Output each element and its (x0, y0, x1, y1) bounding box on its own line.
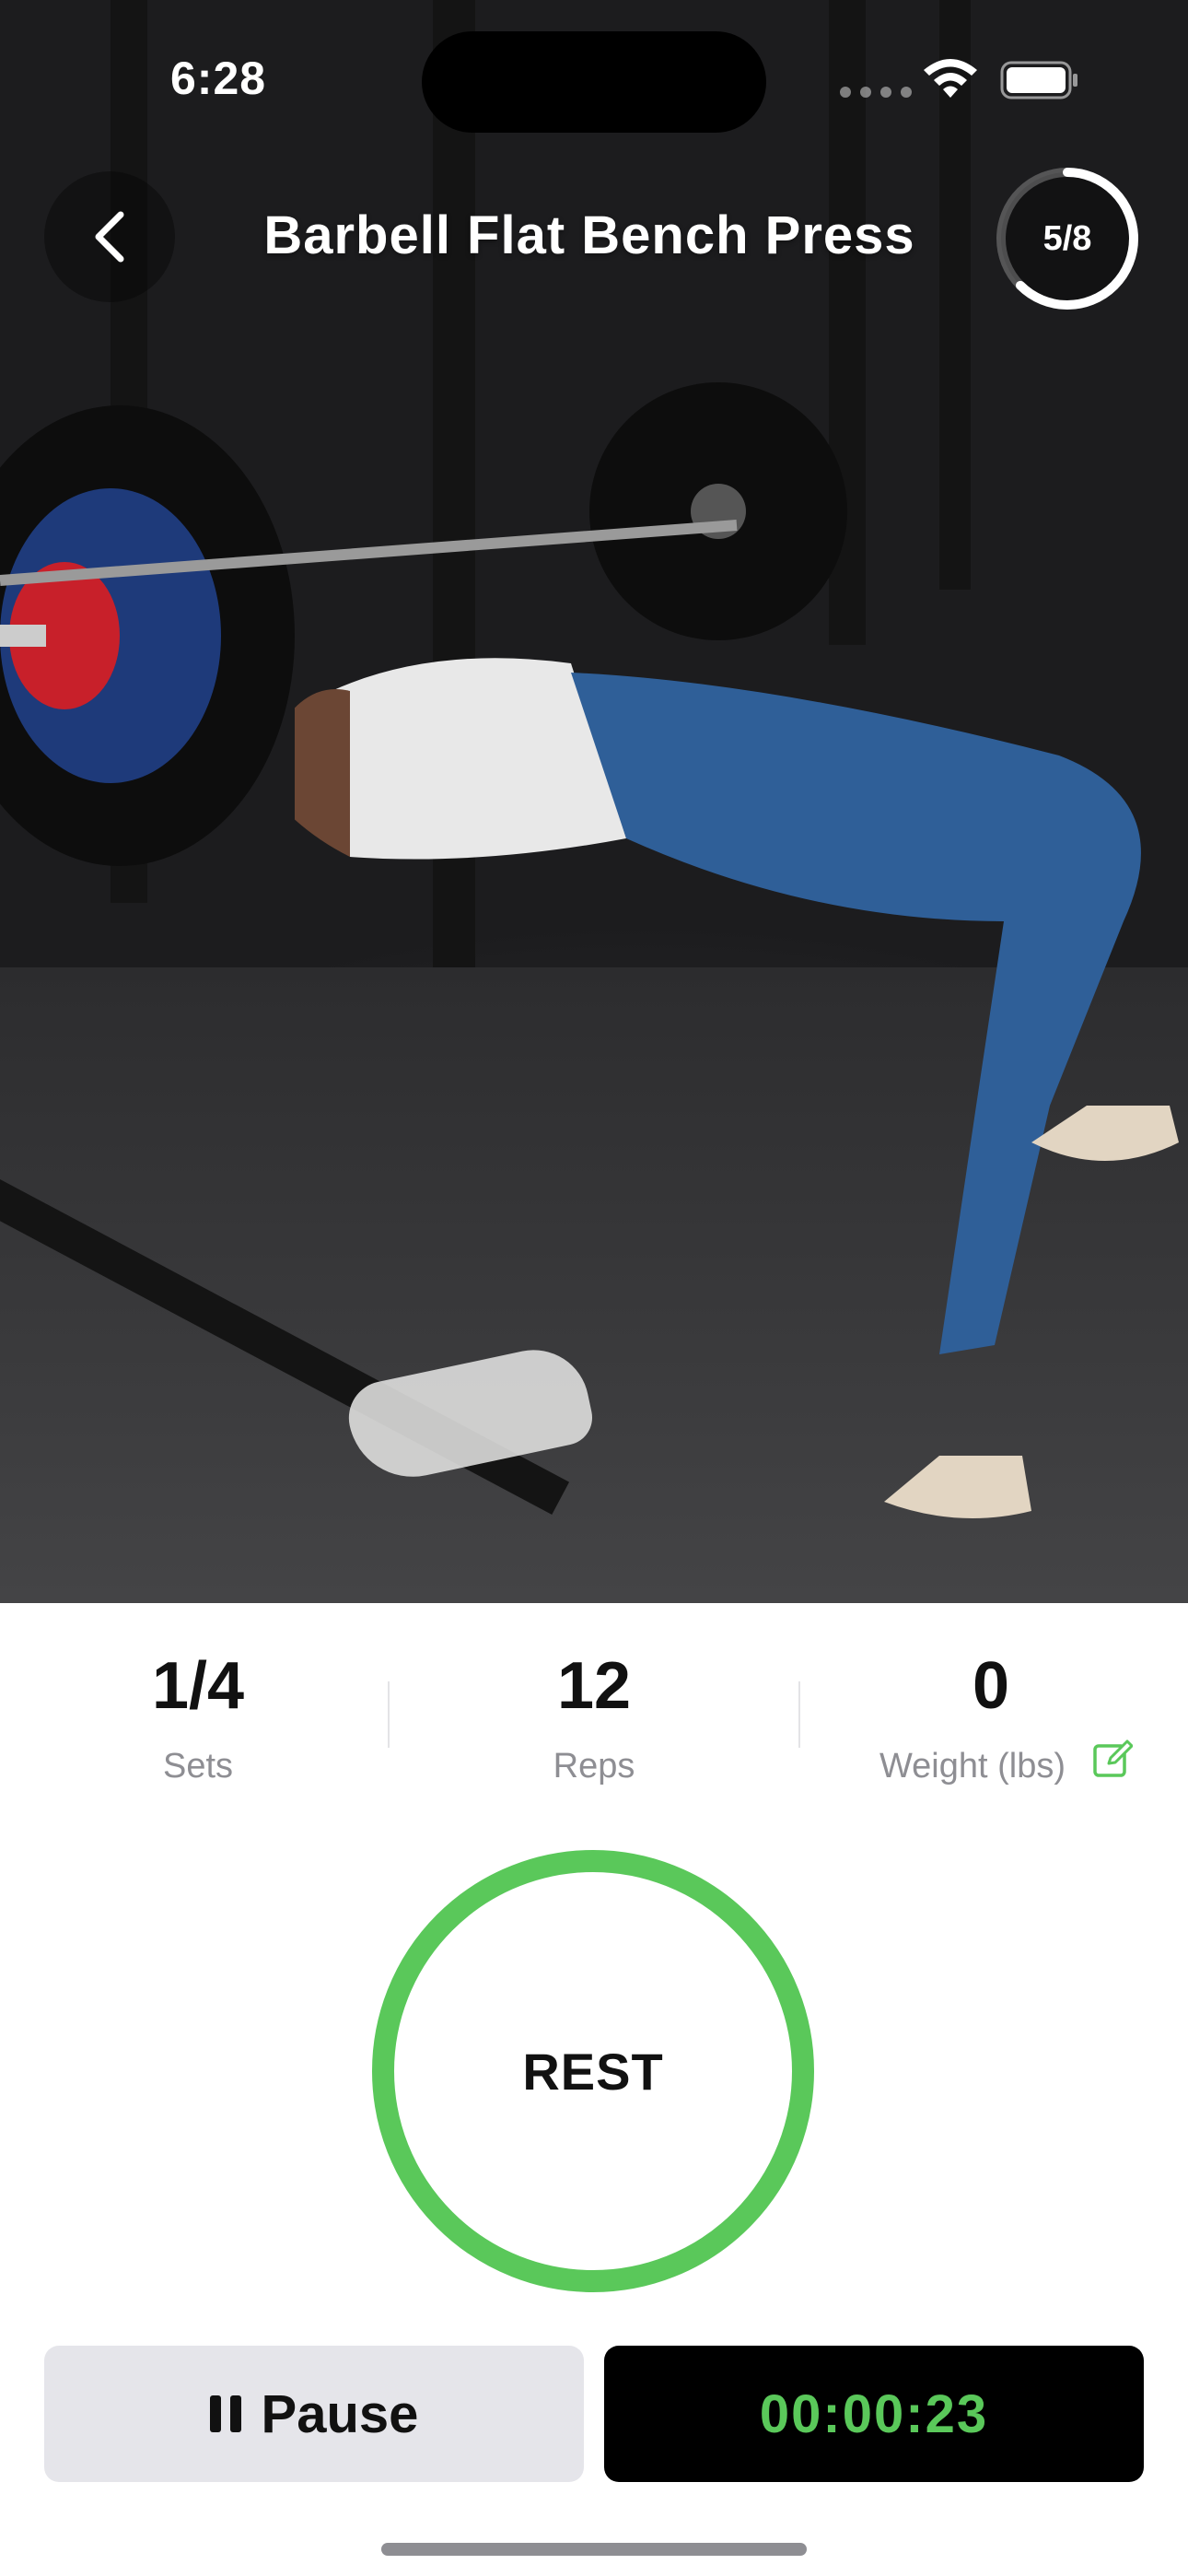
cellular-signal-icon (840, 87, 912, 98)
elapsed-timer-text: 00:00:23 (759, 2383, 989, 2444)
exercise-title: Barbell Flat Bench Press (263, 205, 915, 265)
barbell-plate-image (0, 405, 295, 866)
pause-icon (209, 2395, 241, 2432)
elapsed-timer[interactable]: 00:00:23 (604, 2346, 1144, 2482)
barbell-bar-image (0, 520, 738, 586)
battery-icon (1000, 61, 1077, 100)
status-time: 6:28 (170, 53, 267, 104)
rest-timer-ring: REST (368, 1846, 818, 2296)
workout-stats: 1/4 Sets 12 Reps 0 Weight (lbs) (0, 1631, 1188, 1815)
home-indicator[interactable] (381, 2543, 807, 2556)
stat-divider (798, 1681, 800, 1748)
exercise-progress-text: 5/8 (1042, 218, 1092, 258)
reps-stat: 12 Reps (396, 1631, 792, 1786)
edit-icon[interactable] (1092, 1739, 1133, 1780)
chevron-left-icon (95, 211, 124, 263)
sets-stat: 1/4 Sets (0, 1631, 396, 1786)
reps-value: 12 (556, 1649, 632, 1723)
sets-value: 1/4 (151, 1649, 245, 1723)
dynamic-island (422, 31, 766, 133)
athlete-image (295, 658, 1179, 1518)
reps-label: Reps (553, 1747, 635, 1786)
rest-label: REST (522, 2042, 664, 2101)
status-bar: 6:28 (0, 0, 1188, 157)
weight-value: 0 (972, 1649, 1010, 1723)
weight-label: Weight (lbs) (879, 1747, 1066, 1786)
pause-label: Pause (261, 2383, 419, 2444)
back-button[interactable] (44, 171, 175, 302)
stat-divider (388, 1681, 390, 1748)
exercise-progress-ring: 5/8 (991, 162, 1144, 315)
barbell-plate-image (589, 382, 847, 640)
wifi-icon (924, 59, 977, 98)
pause-button[interactable]: Pause (44, 2346, 584, 2482)
workout-screen: 6:28 Barbell Flat Bench Press 5/8 1/4 Se… (0, 0, 1188, 2576)
sets-label: Sets (162, 1747, 234, 1786)
